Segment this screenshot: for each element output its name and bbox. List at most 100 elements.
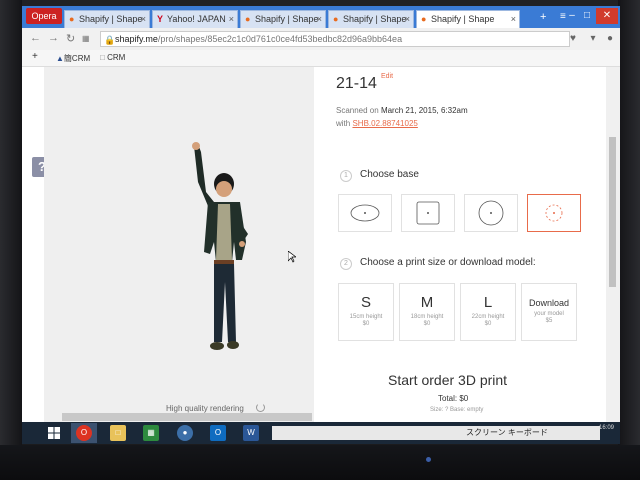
quality-label: High quality rendering <box>166 404 244 413</box>
size-option-l[interactable]: L 22cm height $0 <box>460 283 516 341</box>
size-option-s[interactable]: S 15cm height $0 <box>338 283 394 341</box>
shapify-icon: ● <box>245 14 251 24</box>
close-icon[interactable]: × <box>405 11 410 28</box>
tab-label: Yahoo! JAPAN <box>167 14 226 24</box>
download-price: $5 <box>545 318 553 324</box>
loading-spinner-icon <box>256 403 265 412</box>
with-prefix: with <box>336 119 351 128</box>
outlook-app-icon[interactable]: O <box>210 425 226 441</box>
opera-app-icon[interactable]: O <box>76 425 92 441</box>
size-height: 18cm height <box>410 314 444 320</box>
document-icon: □ <box>100 53 105 62</box>
tab-bar: Opera ● Shapify | Shape × Y Yahoo! JAPAN… <box>22 6 620 28</box>
power-led-icon <box>426 457 431 462</box>
monitor-bezel-bottom <box>0 445 640 480</box>
mouse-cursor-icon <box>288 251 296 263</box>
3d-model-figure[interactable] <box>184 142 254 367</box>
download-option[interactable]: Download your model $5 <box>521 283 577 341</box>
reload-icon[interactable]: ↻ <box>66 32 75 45</box>
bookmark-crm-2[interactable]: □ CRM <box>100 53 125 62</box>
window-close-button[interactable]: ✕ <box>596 8 618 24</box>
scroll-thumb[interactable] <box>609 137 616 287</box>
bookmark-crm-1[interactable]: ▲簡CRM <box>56 53 90 64</box>
scan-date: March 21, 2015, 6:32am <box>380 106 468 115</box>
tab-shapify-1[interactable]: ● Shapify | Shape × <box>64 10 150 28</box>
tab-label: Shapify | Shape <box>431 14 495 24</box>
square-base-icon <box>416 201 440 225</box>
close-icon[interactable]: × <box>229 11 234 28</box>
size-letter: S <box>360 294 371 311</box>
back-icon[interactable]: ← <box>30 32 41 44</box>
store-app-icon[interactable]: ▦ <box>143 425 159 441</box>
close-icon[interactable]: × <box>141 11 146 28</box>
windows-start-icon[interactable] <box>48 427 60 439</box>
close-icon[interactable]: × <box>511 11 516 28</box>
opera-menu-button[interactable]: Opera <box>26 8 62 24</box>
maximize-icon[interactable]: □ <box>580 9 594 23</box>
shapify-icon: ● <box>69 14 75 24</box>
download-label: Download <box>528 298 570 308</box>
url-path: /pro/shapes/85ec2c1c0d761c0ce4fd53bedbc8… <box>157 34 403 44</box>
size-option-m[interactable]: M 18cm height $0 <box>399 283 455 341</box>
url-host: shapify.me <box>115 34 158 44</box>
base-option-ellipse[interactable] <box>338 194 392 232</box>
choose-size-title: Choose a print size or download model: <box>360 257 536 268</box>
lock-icon: 🔒 <box>104 35 116 45</box>
heart-icon[interactable]: ♥ <box>567 33 579 45</box>
step-number: 2 <box>340 258 352 270</box>
download-icon[interactable]: ▾ <box>587 33 599 45</box>
tab-label: Shapify | Shape <box>255 14 319 24</box>
yahoo-icon: Y <box>157 14 164 24</box>
size-price: $0 <box>362 321 370 327</box>
add-bookmark-button[interactable]: + <box>32 51 38 62</box>
circle-base-icon <box>478 200 504 226</box>
tab-shapify-3[interactable]: ● Shapify | Shape × <box>328 10 414 28</box>
choose-base-title: Choose base <box>360 169 419 180</box>
account-icon[interactable]: ● <box>604 33 616 45</box>
model-title: 21-14 <box>336 75 377 92</box>
bookmark-prefix: 簡 <box>63 54 72 63</box>
screen-keyboard-label: スクリーン キーボード <box>466 428 548 437</box>
order-total: Total: $0 <box>438 394 469 403</box>
network-app-icon[interactable]: ● <box>177 425 193 441</box>
size-price: $0 <box>423 321 431 327</box>
size-height: 22cm height <box>471 314 505 320</box>
base-option-square[interactable] <box>401 194 455 232</box>
size-letter: M <box>420 294 434 311</box>
page-content: ? High quality rendering 21-14 Edit Scan… <box>22 67 620 444</box>
tab-yahoo[interactable]: Y Yahoo! JAPAN × <box>152 10 238 28</box>
bookmark-label: CRM <box>71 54 91 63</box>
edit-link[interactable]: Edit <box>381 73 393 80</box>
word-app-icon[interactable]: W <box>243 425 259 441</box>
minimize-icon[interactable]: – <box>565 9 579 23</box>
download-sub: your model <box>534 311 564 317</box>
screen: Opera ● Shapify | Shape × Y Yahoo! JAPAN… <box>22 6 620 444</box>
apps-grid-icon[interactable]: ▦ <box>82 34 90 43</box>
tab-shapify-2[interactable]: ● Shapify | Shape × <box>240 10 326 28</box>
close-icon[interactable]: × <box>317 11 322 28</box>
crm-icon: ▲ <box>56 54 64 63</box>
model-viewer[interactable]: High quality rendering <box>44 67 314 423</box>
shapify-icon: ● <box>421 14 427 24</box>
base-option-dashed-circle[interactable] <box>527 194 581 232</box>
size-height: 15cm height <box>349 314 383 320</box>
page-scrollbar[interactable] <box>606 67 620 423</box>
screen-keyboard-bar[interactable]: スクリーン キーボード <box>272 426 600 440</box>
base-option-circle[interactable] <box>464 194 518 232</box>
tab-label: Shapify | Shape <box>79 14 143 24</box>
url-field[interactable]: 🔒 shapify.me/pro/shapes/85ec2c1c0d761c0c… <box>100 31 570 47</box>
order-summary: Size: ? Base: empty <box>430 407 484 413</box>
viewer-scrollbar[interactable] <box>62 413 312 421</box>
bookmarks-bar: + ▲簡CRM □ CRM <box>22 50 620 67</box>
monitor-bezel-left <box>0 0 22 480</box>
windows-taskbar: O □ ▦ ● O W スクリーン キーボード 16:09 <box>22 422 620 444</box>
address-bar: ← → ↻ ▦ 🔒 shapify.me/pro/shapes/85ec2c1c… <box>22 28 620 51</box>
forward-icon[interactable]: → <box>48 32 59 44</box>
new-tab-icon[interactable]: + <box>540 11 546 23</box>
scanner-info: with SHB.02.88741025 <box>336 119 418 128</box>
scanner-link[interactable]: SHB.02.88741025 <box>352 119 417 128</box>
tab-shapify-active[interactable]: ● Shapify | Shape × <box>416 10 520 28</box>
file-explorer-icon[interactable]: □ <box>110 425 126 441</box>
bookmark-label: CRM <box>107 53 126 62</box>
size-price: $0 <box>484 321 492 327</box>
